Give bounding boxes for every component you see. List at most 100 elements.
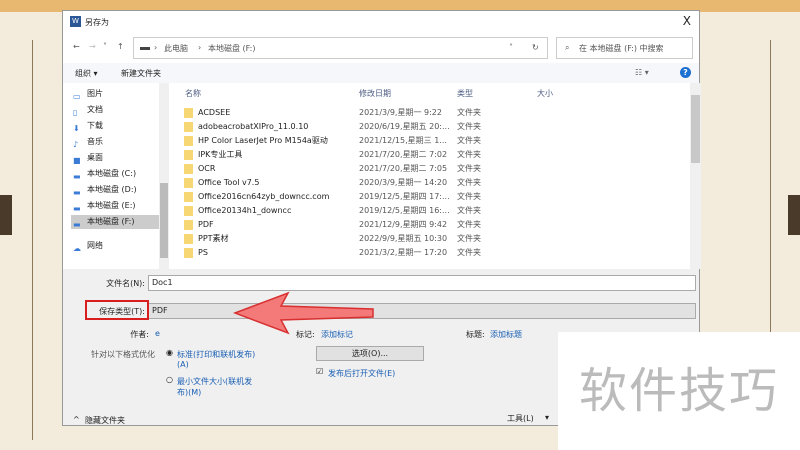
sidebar-item[interactable]: ▬ 本地磁盘 (E:) <box>71 199 159 213</box>
open-after-checkbox[interactable]: ☑ <box>316 367 323 376</box>
sidebar-item[interactable]: ♪ 音乐 <box>71 135 159 149</box>
opt-standard[interactable]: 标准(打印和联机发布) <box>177 349 255 360</box>
file-row[interactable]: Office2016cn64zyb_downcc.com 2019/12/5,星期… <box>173 190 689 204</box>
options-button[interactable]: 选项(O)... <box>316 346 424 361</box>
drive-icon <box>140 47 150 50</box>
dialog-title: 另存为 <box>85 18 109 27</box>
add-title-link[interactable]: 添加标题 <box>490 329 522 340</box>
address-dropdown[interactable]: ˅ <box>509 43 513 52</box>
file-name: adobeacrobatXIPro_11.0.10 <box>198 122 309 131</box>
sidebar-item[interactable]: ▬ 本地磁盘 (D:) <box>71 183 159 197</box>
folder-icon <box>184 234 193 244</box>
author-value[interactable]: e <box>155 329 160 338</box>
column-headers: 名称 修改日期 类型 大小 <box>173 85 701 101</box>
file-date: 2021/12/15,星期三 1... <box>359 136 447 145</box>
column-size[interactable]: 大小 <box>537 88 553 99</box>
sidebar-item-label: 本地磁盘 (C:) <box>87 169 137 178</box>
desktop-icon: ■ <box>73 156 81 165</box>
folder-icon <box>184 206 193 216</box>
file-row[interactable]: PPT素材 2022/9/9,星期五 10:30 文件夹 <box>173 232 689 246</box>
toolbar: 组织 ▾ 新建文件夹 ☷ ▾ ? <box>63 63 699 83</box>
close-button[interactable]: X <box>683 14 691 28</box>
decoration <box>0 195 12 235</box>
radio-unselected[interactable]: ○ <box>166 375 173 384</box>
sidebar-item[interactable]: ▭ 图片 <box>71 87 159 101</box>
watermark: 软件技巧 <box>558 332 800 450</box>
hide-folders-button[interactable]: 隐藏文件夹 <box>85 415 125 426</box>
file-row[interactable]: Office Tool v7.5 2020/3/9,星期一 14:20 文件夹 <box>173 176 689 190</box>
file-date: 2019/12/5,星期四 17:... <box>359 192 450 201</box>
back-button[interactable]: ← <box>73 42 80 51</box>
sidebar-scrollbar[interactable] <box>159 83 169 269</box>
list-scrollbar[interactable] <box>690 83 701 269</box>
file-row[interactable]: adobeacrobatXIPro_11.0.10 2020/6/19,星期五 2… <box>173 120 689 134</box>
folder-icon <box>184 220 193 230</box>
file-row[interactable]: IPK专业工具 2021/7/20,星期二 7:02 文件夹 <box>173 148 689 162</box>
address-bar[interactable]: › 此电脑 › 本地磁盘 (F:) ˅ ↻ <box>133 37 548 59</box>
file-type: 文件夹 <box>457 136 481 145</box>
refresh-button[interactable]: ↻ <box>532 43 539 52</box>
forward-button[interactable]: → <box>89 42 96 51</box>
opt-standard-key: (A) <box>177 360 189 369</box>
folder-icon <box>184 164 193 174</box>
file-type: 文件夹 <box>457 122 481 131</box>
opt-min-key: 布)(M) <box>177 388 202 397</box>
opt-min[interactable]: 最小文件大小(联机发 <box>177 376 252 387</box>
column-date[interactable]: 修改日期 <box>359 88 391 99</box>
file-row[interactable]: PS 2021/3/2,星期一 17:20 文件夹 <box>173 246 689 260</box>
column-name[interactable]: 名称 <box>185 88 201 99</box>
sidebar-item-label: 网络 <box>87 241 103 250</box>
sidebar-item-label: 文档 <box>87 105 103 114</box>
file-row[interactable]: PDF 2021/12/9,星期四 9:42 文件夹 <box>173 218 689 232</box>
radio-selected[interactable]: ◉ <box>166 348 173 357</box>
add-tags-link[interactable]: 添加标记 <box>321 329 353 340</box>
file-row[interactable]: HP Color LaserJet Pro M154a驱动 2021/12/15,… <box>173 134 689 148</box>
tools-dropdown-icon[interactable]: ▾ <box>545 413 549 422</box>
file-type: 文件夹 <box>457 192 481 201</box>
file-date: 2021/7/20,星期二 7:02 <box>359 150 448 159</box>
sidebar-item[interactable]: ▯ 文档 <box>71 103 159 117</box>
filename-label: 文件名(N): <box>106 279 145 288</box>
search-placeholder: 在 本地磁盘 (F:) 中搜索 <box>579 44 664 53</box>
file-row[interactable]: Office20134h1_downcc 2019/12/5,星期四 16:...… <box>173 204 689 218</box>
file-type: 文件夹 <box>457 234 481 243</box>
file-type: 文件夹 <box>457 220 481 229</box>
breadcrumb-drive-f[interactable]: 本地磁盘 (F:) <box>208 43 255 54</box>
column-type[interactable]: 类型 <box>457 88 473 99</box>
search-input[interactable]: ⌕ 在 本地磁盘 (F:) 中搜索 <box>556 37 693 59</box>
open-after-label: 发布后打开文件(E) <box>328 369 396 378</box>
new-folder-button[interactable]: 新建文件夹 <box>121 68 161 79</box>
sidebar-item[interactable]: ⬇ 下载 <box>71 119 159 133</box>
file-name: Office Tool v7.5 <box>198 178 260 187</box>
save-type-select[interactable]: PDF <box>148 303 696 319</box>
drive-icon: ▬ <box>73 172 81 181</box>
file-type: 文件夹 <box>457 206 481 215</box>
folder-icon <box>184 122 193 132</box>
file-date: 2020/3/9,星期一 14:20 <box>359 178 448 187</box>
file-row[interactable]: OCR 2021/7/20,星期二 7:05 文件夹 <box>173 162 689 176</box>
file-date: 2022/9/9,星期五 10:30 <box>359 234 448 243</box>
sidebar-item[interactable]: ▬ 本地磁盘 (F:) <box>71 215 159 229</box>
tools-button[interactable]: 工具(L) <box>507 413 534 424</box>
sidebar-item[interactable]: ☁ 网络 <box>71 239 159 253</box>
search-icon: ⌕ <box>565 43 570 52</box>
file-name: OCR <box>198 164 216 173</box>
view-button[interactable]: ☷ ▾ <box>635 68 649 77</box>
file-row[interactable]: ACDSEE 2021/3/9,星期一 9:22 文件夹 <box>173 106 689 120</box>
sidebar-item-label: 本地磁盘 (E:) <box>87 201 136 210</box>
drive-icon: ▬ <box>73 220 81 229</box>
breadcrumb-this-pc[interactable]: 此电脑 <box>164 43 188 54</box>
organize-button[interactable]: 组织 ▾ <box>75 68 98 79</box>
sidebar-item[interactable]: ■ 桌面 <box>71 151 159 165</box>
music-icon: ♪ <box>73 140 79 149</box>
filename-input[interactable]: Doc1 <box>148 275 696 291</box>
drive-icon: ▬ <box>73 188 81 197</box>
sidebar-item-label: 下载 <box>87 121 103 130</box>
file-type: 文件夹 <box>457 150 481 159</box>
up-button[interactable]: ↑ <box>117 42 124 51</box>
recent-button[interactable]: ˅ <box>103 42 107 51</box>
download-icon: ⬇ <box>73 124 80 133</box>
sidebar-item[interactable]: ▬ 本地磁盘 (C:) <box>71 167 159 181</box>
help-icon[interactable]: ? <box>680 67 691 78</box>
sidebar-item-label: 本地磁盘 (F:) <box>87 217 135 226</box>
